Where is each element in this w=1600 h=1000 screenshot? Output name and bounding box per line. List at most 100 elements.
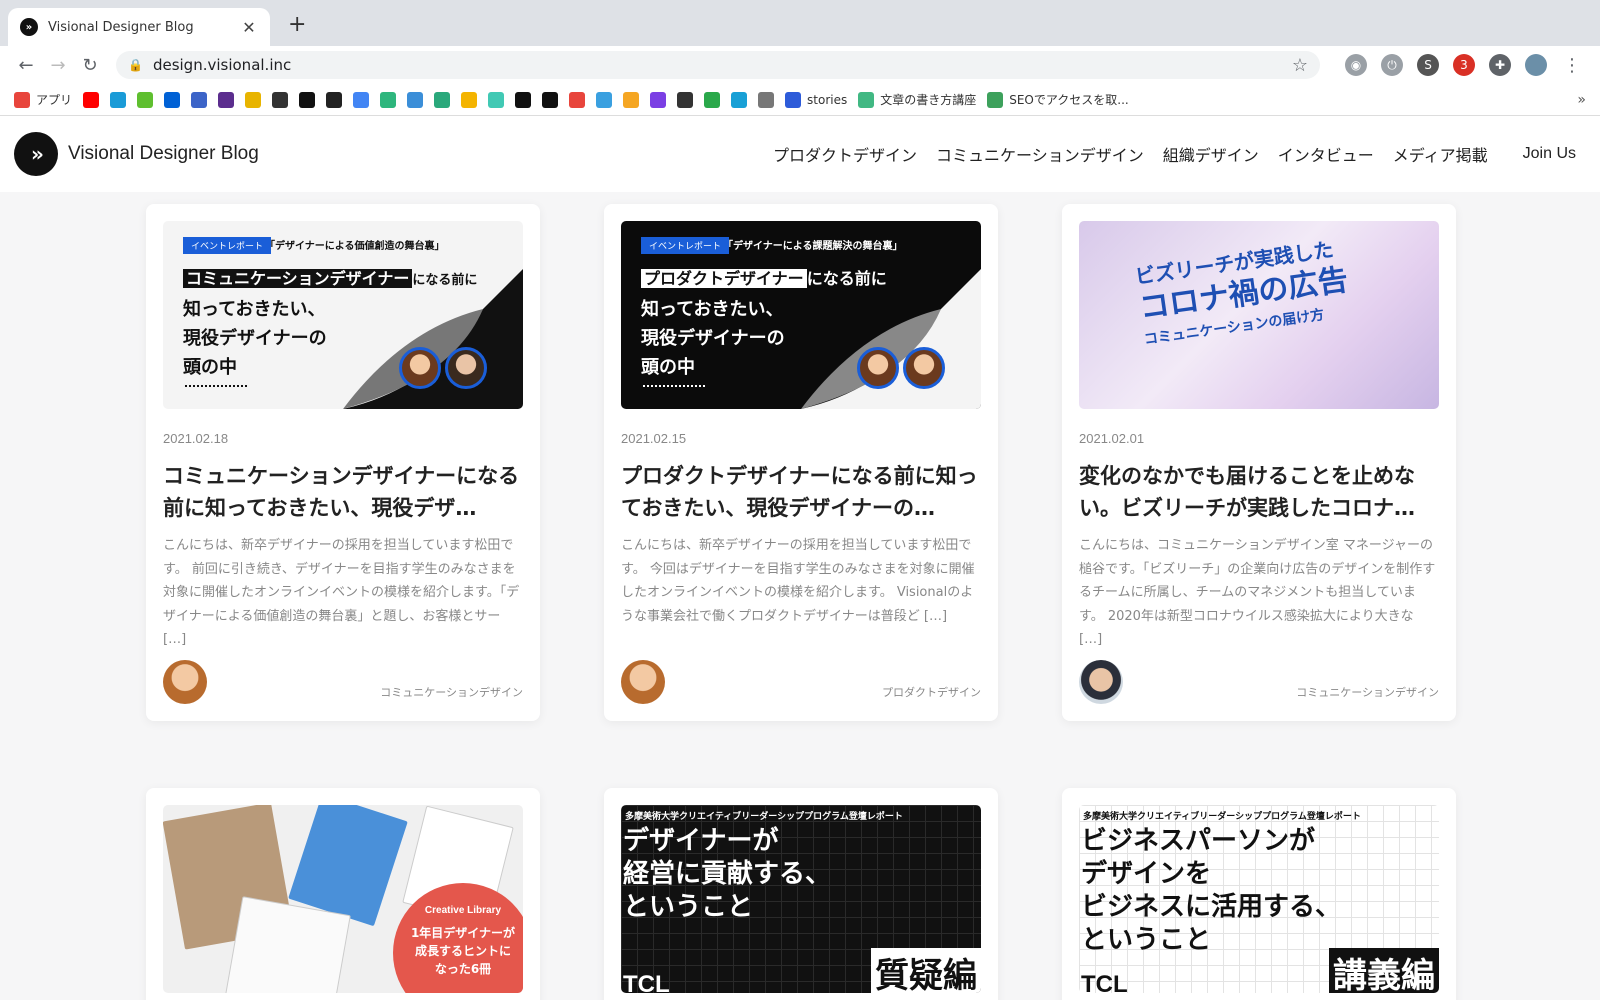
bookmark-item[interactable] (299, 91, 316, 108)
post-thumbnail[interactable]: イベントレポート 「デザイナーによる課題解決の舞台裏」 プロダクトデザイナー にな… (621, 221, 981, 409)
speaker-avatar (399, 347, 441, 389)
bookmark-item[interactable] (704, 91, 721, 108)
bookmark-item[interactable]: アプリ (14, 91, 72, 108)
forward-button[interactable]: → (42, 49, 74, 81)
post-card[interactable]: Creative Library 1年目デザイナーが 成長するヒントに なった6… (146, 788, 540, 1000)
bookmark-item[interactable] (542, 91, 559, 108)
c-icon (245, 91, 262, 108)
nav-media[interactable]: メディア掲載 (1393, 142, 1488, 166)
post-thumbnail[interactable]: 多摩美術大学クリエイティブリーダーシッププログラム登壇レポート デザイナーが 経… (621, 805, 981, 993)
site-title[interactable]: Visional Designer Blog (68, 143, 259, 165)
bookmark-item[interactable] (461, 91, 478, 108)
reload-button[interactable]: ↻ (74, 49, 106, 81)
bookmark-item[interactable] (623, 91, 640, 108)
post-category[interactable]: コミュニケーションデザイン (1296, 684, 1439, 704)
ext-badge-icon[interactable]: 3 (1453, 54, 1475, 76)
post-title[interactable]: 変化のなかでも届けることを止めない。ビズリーチが実践したコロナ… (1079, 460, 1439, 524)
profile-avatar[interactable] (1525, 54, 1547, 76)
bookmark-item[interactable] (191, 91, 208, 108)
bookmark-item[interactable] (731, 91, 748, 108)
bookmark-item[interactable] (488, 91, 505, 108)
doc-icon (858, 91, 875, 108)
post-card[interactable]: 多摩美術大学クリエイティブリーダーシッププログラム登壇レポート デザイナーが 経… (604, 788, 998, 1000)
post-card[interactable]: ビズリーチが実践した コロナ禍の広告 コミュニケーションの届け方 2021.02… (1062, 204, 1456, 721)
bookmark-item[interactable] (137, 91, 154, 108)
bookmark-item[interactable] (515, 91, 532, 108)
thumb-badge: 質疑編 (871, 948, 981, 993)
bookmark-item[interactable] (218, 91, 235, 108)
post-title[interactable]: プロダクトデザイナーになる前に知っておきたい、現役デザイナーの… (621, 460, 981, 524)
post-title[interactable]: コミュニケーションデザイナーになる前に知っておきたい、現役デザ… (163, 460, 523, 524)
post-card[interactable]: 多摩美術大学クリエイティブリーダーシッププログラム登壇レポート ビジネスパーソン… (1062, 788, 1456, 1000)
bookmark-item[interactable] (326, 91, 343, 108)
site-logo[interactable]: » (14, 132, 58, 176)
site-header: » Visional Designer Blog プロダクトデザイン コミュニケ… (0, 116, 1600, 192)
page-curl-graphic (343, 269, 523, 409)
thumb-tag: イベントレポート (183, 237, 272, 254)
nav-interview[interactable]: インタビュー (1278, 142, 1374, 166)
menu-kebab-icon[interactable]: ⋮ (1561, 54, 1583, 76)
leaf-icon (137, 91, 154, 108)
bookmark-item[interactable] (272, 91, 289, 108)
post-card[interactable]: イベントレポート 「デザイナーによる課題解決の舞台裏」 プロダクトデザイナー にな… (604, 204, 998, 721)
browser-tabbar: » Visional Designer Blog ✕ + (0, 0, 1600, 46)
circle-icon (650, 91, 667, 108)
bird-icon (434, 91, 451, 108)
power-ext-icon[interactable]: ⏻ (1381, 54, 1403, 76)
author-avatar[interactable] (621, 660, 665, 704)
bookmark-item[interactable] (407, 91, 424, 108)
lock-icon[interactable]: 🔒 (128, 58, 143, 72)
youtube-icon (83, 91, 100, 108)
author-avatar[interactable] (163, 660, 207, 704)
bookmark-label: stories (807, 92, 848, 107)
post-thumbnail[interactable]: ビズリーチが実践した コロナ禍の広告 コミュニケーションの届け方 (1079, 221, 1439, 409)
post-date: 2021.02.01 (1079, 431, 1145, 446)
post-category[interactable]: プロダクトデザイン (882, 684, 981, 704)
back-button[interactable]: ← (10, 49, 42, 81)
p-icon (218, 91, 235, 108)
address-bar[interactable]: 🔒 design.visional.inc ☆ (116, 51, 1320, 79)
bookmark-item[interactable] (83, 91, 100, 108)
camera-icon[interactable]: ◉ (1345, 54, 1367, 76)
bookmark-item[interactable] (110, 91, 127, 108)
nav-product-design[interactable]: プロダクトデザイン (773, 142, 917, 166)
bookmark-item[interactable] (650, 91, 667, 108)
bookmark-item[interactable] (434, 91, 451, 108)
nav-organization-design[interactable]: 組織デザイン (1163, 142, 1259, 166)
bookmark-star-icon[interactable]: ☆ (1292, 55, 1308, 76)
url-text[interactable]: design.visional.inc (153, 56, 1292, 74)
thumb-headline: ビジネスパーソンが デザインを ビジネスに活用する、 ということ (1081, 826, 1342, 955)
new-tab-button[interactable]: + (288, 14, 306, 36)
arc-icon (596, 91, 613, 108)
bookmarks-overflow-button[interactable]: » (1577, 92, 1586, 108)
swirl-icon (407, 91, 424, 108)
ext-s-icon[interactable]: S (1417, 54, 1439, 76)
puzzle-icon[interactable]: ✚ (1489, 54, 1511, 76)
seo-icon (987, 91, 1004, 108)
page-curl-graphic (801, 269, 981, 409)
close-tab-icon[interactable]: ✕ (240, 18, 258, 37)
bookmark-item[interactable]: SEOでアクセスを取... (987, 91, 1129, 108)
bookmark-item[interactable]: 文章の書き方講座 (858, 91, 976, 108)
bookmark-item[interactable] (758, 91, 775, 108)
bookmark-item[interactable] (380, 91, 397, 108)
bookmark-item[interactable] (353, 91, 370, 108)
browser-tab[interactable]: » Visional Designer Blog ✕ (8, 8, 270, 46)
post-category[interactable]: コミュニケーションデザイン (380, 684, 523, 704)
bookmark-item[interactable] (569, 91, 586, 108)
bookmark-item[interactable] (677, 91, 694, 108)
jdn-icon (542, 91, 559, 108)
s-icon (515, 91, 532, 108)
bookmark-item[interactable] (164, 91, 181, 108)
post-card[interactable]: イベントレポート 「デザイナーによる価値創造の舞台裏」 コミュニケーションデザイ… (146, 204, 540, 721)
bookmark-item[interactable]: stories (785, 91, 848, 108)
bookmark-item[interactable] (245, 91, 262, 108)
author-avatar[interactable] (1079, 660, 1123, 704)
post-thumbnail[interactable]: Creative Library 1年目デザイナーが 成長するヒントに なった6… (163, 805, 523, 993)
nav-communication-design[interactable]: コミュニケーションデザイン (936, 142, 1144, 166)
nav-join-us[interactable]: Join Us (1523, 145, 1576, 163)
bookmark-item[interactable] (596, 91, 613, 108)
post-thumbnail[interactable]: イベントレポート 「デザイナーによる価値創造の舞台裏」 コミュニケーションデザイ… (163, 221, 523, 409)
apps-grid-icon (14, 91, 30, 108)
post-thumbnail[interactable]: 多摩美術大学クリエイティブリーダーシッププログラム登壇レポート ビジネスパーソン… (1079, 805, 1439, 993)
